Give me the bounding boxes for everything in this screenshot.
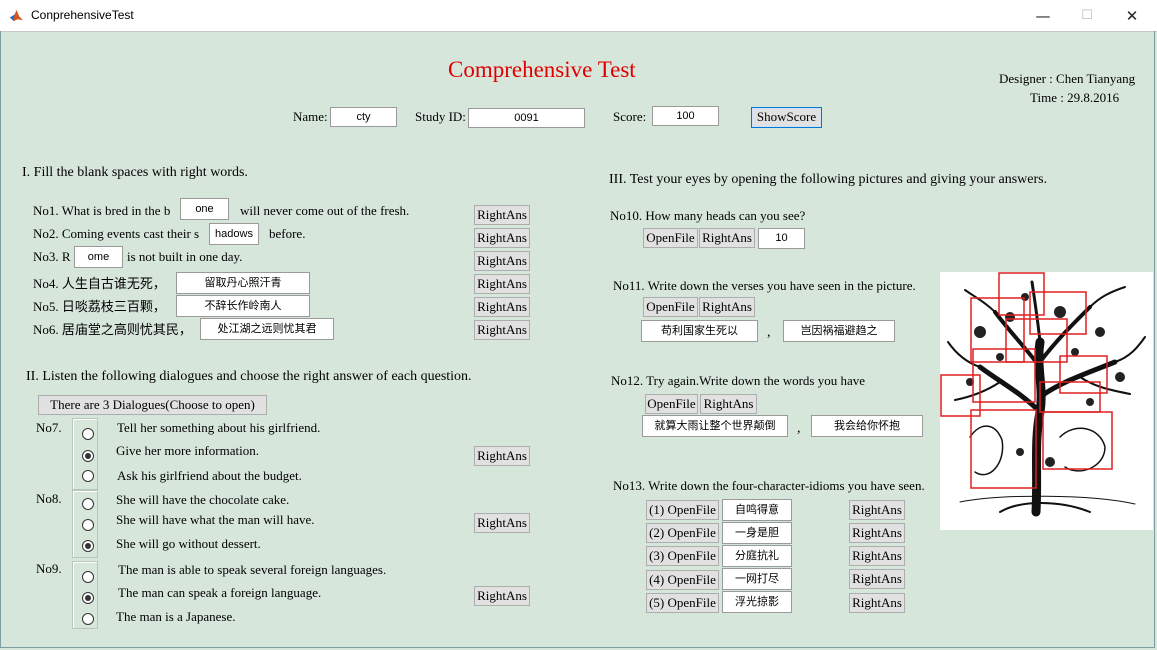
name-label: Name:	[293, 109, 328, 124]
q8-option3-radio[interactable]	[82, 540, 94, 552]
q13-openfile-button-1[interactable]: (1) OpenFile	[646, 500, 719, 520]
q3-answer-input[interactable]: ome	[74, 246, 123, 268]
q13-rightans-button-2[interactable]: RightAns	[849, 523, 905, 543]
q7-option3-radio[interactable]	[82, 470, 94, 482]
q13-openfile-button-3[interactable]: (3) OpenFile	[646, 546, 719, 566]
matlab-icon	[9, 9, 24, 22]
q10-text: No10. How many heads can you see?	[610, 208, 806, 223]
q9-option2-text: The man can speak a foreign language.	[118, 585, 322, 600]
q7-label: No7.	[36, 420, 62, 435]
q5-rightans-button[interactable]: RightAns	[474, 297, 530, 317]
section3-heading: III. Test your eyes by opening the follo…	[609, 172, 1048, 187]
q12-answer1-input[interactable]: 就算大雨让整个世界颠倒	[642, 415, 788, 437]
q10-openfile-button[interactable]: OpenFile	[643, 228, 698, 248]
q6-text-pre: No6. 居庙堂之高则忧其民，	[33, 322, 192, 337]
q8-option2-text: She will have what the man will have.	[116, 512, 315, 527]
study-id-input[interactable]: 0091	[468, 108, 585, 128]
tree-heads-picture	[940, 272, 1153, 530]
window-title: ConprehensiveTest	[31, 8, 134, 22]
q10-answer-input[interactable]: 10	[758, 228, 805, 249]
q7-option1-text: Tell her something about his girlfriend.	[117, 420, 321, 435]
page-title: Comprehensive Test	[448, 57, 636, 82]
q9-option3-text: The man is a Japanese.	[116, 609, 236, 624]
q2-text-pre: No2. Coming events cast their s	[33, 226, 200, 241]
q13-openfile-button-4[interactable]: (4) OpenFile	[646, 570, 719, 590]
q9-option3-radio[interactable]	[82, 613, 94, 625]
q8-option1-radio[interactable]	[82, 498, 94, 510]
q9-label: No9.	[36, 561, 62, 576]
q13-rightans-button-1[interactable]: RightAns	[849, 500, 905, 520]
q7-option2-text: Give her more information.	[116, 443, 259, 458]
q7-rightans-button[interactable]: RightAns	[474, 446, 530, 466]
q1-rightans-button[interactable]: RightAns	[474, 205, 530, 225]
section1-heading: I. Fill the blank spaces with right word…	[22, 165, 248, 180]
q1-text-pre: No1. What is bred in the b	[33, 203, 171, 218]
q2-text-post: before.	[269, 226, 306, 241]
q12-rightans-button[interactable]: RightAns	[700, 394, 757, 414]
q1-text-post: will never come out of the fresh.	[240, 203, 410, 218]
q6-answer-input[interactable]: 处江湖之远则忧其君	[200, 318, 334, 340]
q3-rightans-button[interactable]: RightAns	[474, 251, 530, 271]
q8-label: No8.	[36, 491, 62, 506]
close-button[interactable]: ✕	[1109, 0, 1155, 31]
q13-text: No13. Write down the four-character-idio…	[613, 478, 925, 493]
study-id-label: Study ID:	[415, 109, 466, 124]
q2-answer-input[interactable]: hadows	[209, 223, 259, 245]
q12-answer2-input[interactable]: 我会给你怀抱	[811, 415, 923, 437]
q8-option2-radio[interactable]	[82, 519, 94, 531]
tree-illustration	[940, 272, 1146, 517]
q12-openfile-button[interactable]: OpenFile	[645, 394, 698, 414]
q13-answer-input-4[interactable]: 一网打尽	[722, 568, 792, 590]
q13-rightans-button-3[interactable]: RightAns	[849, 546, 905, 566]
q13-answer-input-2[interactable]: 一身是胆	[722, 522, 792, 544]
q11-openfile-button[interactable]: OpenFile	[643, 297, 698, 317]
q4-answer-input[interactable]: 留取丹心照汗青	[176, 272, 310, 294]
show-score-button[interactable]: ShowScore	[751, 107, 822, 128]
q8-option3-text: She will go without dessert.	[116, 536, 261, 551]
q2-rightans-button[interactable]: RightAns	[474, 228, 530, 248]
open-dialogues-button[interactable]: There are 3 Dialogues(Choose to open)	[38, 395, 267, 415]
section2-heading: II. Listen the following dialogues and c…	[26, 369, 472, 384]
q7-option2-radio[interactable]	[82, 450, 94, 462]
q8-option1-text: She will have the chocolate cake.	[116, 492, 290, 507]
q11-answer2-input[interactable]: 岂因祸福避趋之	[783, 320, 895, 342]
q4-text-pre: No4. 人生自古谁无死，	[33, 276, 166, 291]
q5-text-pre: No5. 日啖荔枝三百颗，	[33, 299, 166, 314]
maximize-button: ☐	[1081, 8, 1093, 23]
score-label: Score:	[613, 109, 647, 124]
designer-label: Designer : Chen Tianyang	[999, 71, 1136, 86]
q3-text-post: is not built in one day.	[127, 249, 243, 264]
q13-answer-input-1[interactable]: 自鸣得意	[722, 499, 792, 521]
minimize-button[interactable]: —	[1020, 0, 1066, 31]
q7-option1-radio[interactable]	[82, 428, 94, 440]
q1-answer-input[interactable]: one	[180, 198, 229, 220]
q7-option3-text: Ask his girlfriend about the budget.	[117, 468, 302, 483]
name-input[interactable]: cty	[330, 107, 397, 127]
time-label: Time : 29.8.2016	[1030, 90, 1120, 105]
window-titlebar: ConprehensiveTest — ☐ ✕	[0, 0, 1157, 32]
q13-answer-input-5[interactable]: 浮光掠影	[722, 591, 792, 613]
q5-answer-input[interactable]: 不辞长作岭南人	[176, 295, 310, 317]
q12-text: No12. Try again.Write down the words you…	[611, 373, 866, 388]
q4-rightans-button[interactable]: RightAns	[474, 274, 530, 294]
q13-answer-input-3[interactable]: 分庭抗礼	[722, 545, 792, 567]
q13-rightans-button-4[interactable]: RightAns	[849, 569, 905, 589]
q11-separator: ,	[767, 325, 771, 340]
q8-rightans-button[interactable]: RightAns	[474, 513, 530, 533]
q9-rightans-button[interactable]: RightAns	[474, 586, 530, 606]
q9-option2-radio[interactable]	[82, 592, 94, 604]
q11-answer1-input[interactable]: 苟利国家生死以	[641, 320, 758, 342]
q13-openfile-button-2[interactable]: (2) OpenFile	[646, 523, 719, 543]
q9-option1-text: The man is able to speak several foreign…	[118, 562, 387, 577]
q6-rightans-button[interactable]: RightAns	[474, 320, 530, 340]
q13-rightans-button-5[interactable]: RightAns	[849, 593, 905, 613]
q11-rightans-button[interactable]: RightAns	[699, 297, 755, 317]
q13-openfile-button-5[interactable]: (5) OpenFile	[646, 593, 719, 613]
q3-text-pre: No3. R	[33, 249, 71, 264]
q10-rightans-button[interactable]: RightAns	[699, 228, 755, 248]
score-field: 100	[652, 106, 719, 126]
q11-text: No11. Write down the verses you have see…	[613, 278, 916, 293]
q9-option1-radio[interactable]	[82, 571, 94, 583]
q12-separator: ,	[797, 421, 801, 436]
